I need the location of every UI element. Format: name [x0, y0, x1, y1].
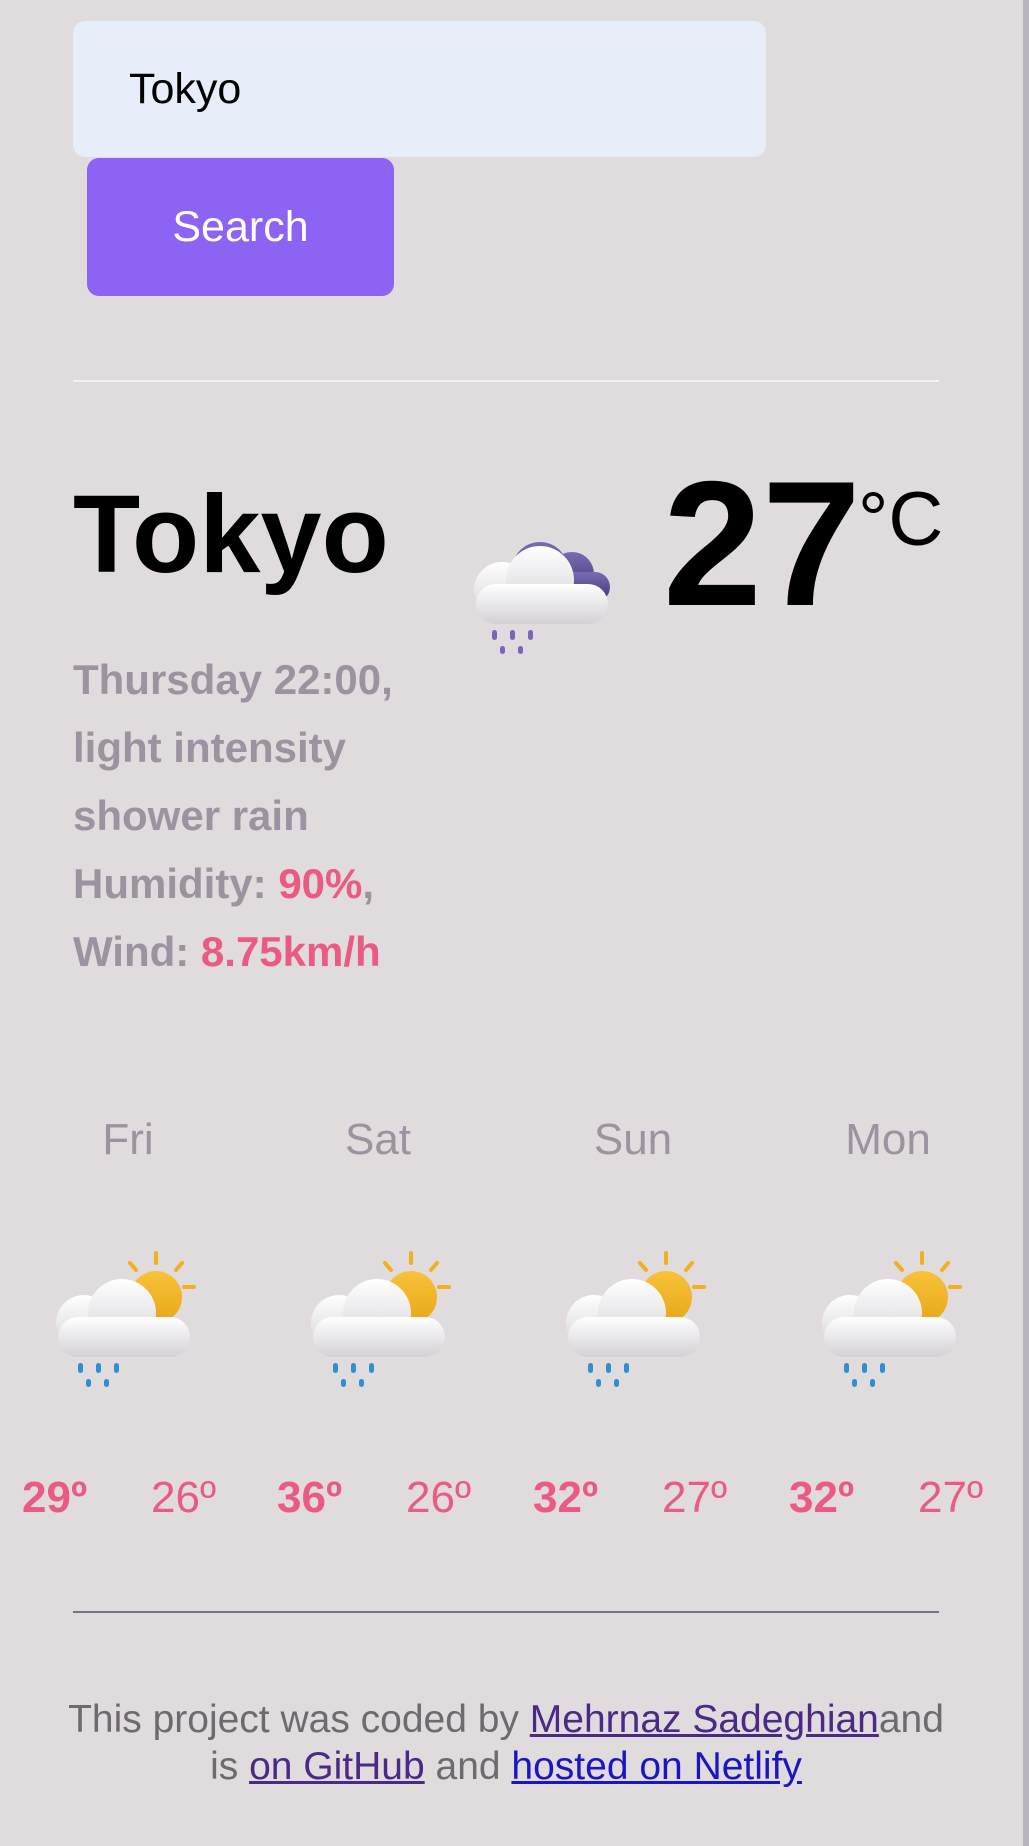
night-cloud-rain-icon: [474, 542, 610, 654]
author-link[interactable]: Mehrnaz Sadeghian: [530, 1698, 879, 1741]
wind-label: Wind:: [73, 928, 201, 975]
wind-value: 8.75km/h: [200, 928, 381, 975]
forecast-min-temp: 26º: [406, 1473, 472, 1522]
temperature-value: 27: [663, 444, 861, 643]
city-name: Tokyo: [73, 473, 389, 596]
weather-description: light intensity shower rain: [73, 724, 346, 839]
forecast-day-name: Sat: [344, 1115, 412, 1164]
humidity-label: Humidity:: [73, 860, 279, 907]
forecast-min-temp: 27º: [662, 1473, 728, 1522]
sun-cloud-rain-icon: [311, 1251, 451, 1387]
top-divider: [73, 380, 939, 382]
humidity-row: Humidity: 90%,: [73, 860, 375, 907]
humidity-value: 90%: [278, 860, 363, 907]
bottom-divider: [73, 1611, 939, 1613]
datetime: Thursday 22:00,: [73, 656, 393, 703]
forecast-min-temp: 26º: [151, 1473, 217, 1522]
footer: This project was coded by Mehrnaz Sadegh…: [60, 1696, 952, 1790]
forecast-day-name: Fri: [102, 1115, 154, 1164]
footer-text: and: [424, 1745, 512, 1788]
weather-details: Thursday 22:00, light intensity shower r…: [73, 646, 453, 986]
sun-cloud-rain-icon: [822, 1251, 962, 1387]
sun-cloud-rain-icon: [56, 1251, 196, 1387]
scrollbar[interactable]: [1023, 0, 1029, 1846]
github-link[interactable]: on GitHub: [249, 1745, 425, 1788]
sun-cloud-rain-icon: [566, 1251, 706, 1387]
forecast-max-temp: 32º: [789, 1473, 855, 1522]
forecast-max-temp: 36º: [277, 1473, 343, 1522]
search-input[interactable]: [73, 21, 766, 157]
forecast-min-temp: 27º: [918, 1473, 984, 1522]
netlify-link[interactable]: hosted on Netlify: [511, 1745, 802, 1788]
wind-row: Wind: 8.75km/h: [73, 918, 453, 986]
forecast-day-name: Sun: [593, 1115, 673, 1164]
temperature-unit[interactable]: °C: [858, 482, 943, 558]
forecast-max-temp: 29º: [22, 1473, 88, 1522]
forecast-day-name: Mon: [845, 1115, 931, 1164]
search-button[interactable]: Search: [87, 158, 394, 296]
footer-text: This project was coded by: [68, 1698, 530, 1741]
forecast-max-temp: 32º: [533, 1473, 599, 1522]
